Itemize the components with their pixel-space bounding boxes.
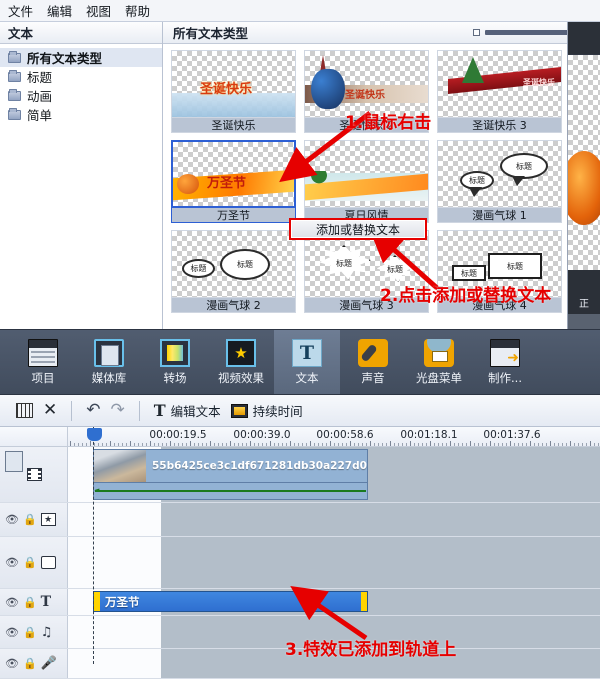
annotation-arrows [279, 111, 439, 641]
arrow-step-3 [290, 586, 368, 641]
context-menu-item[interactable]: 添加或替换文本 [291, 220, 425, 238]
context-menu[interactable]: 添加或替换文本 [289, 218, 427, 240]
annotation-step-1: 1.鼠标右击 [345, 113, 432, 133]
annotation-step-2: 2.点击添加或替换文本 [380, 286, 552, 306]
annotation-step-3: 3.特效已添加到轨道上 [285, 640, 457, 660]
